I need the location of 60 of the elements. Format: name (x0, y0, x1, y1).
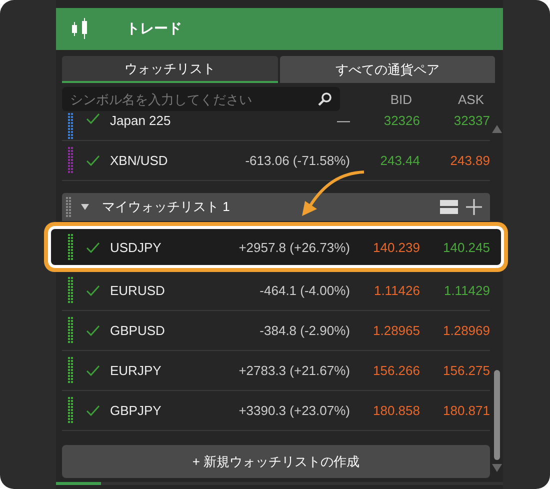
symbol-name: GBPJPY (110, 403, 162, 418)
symbol-row[interactable]: GBPUSD -384.8 (-2.90%) 1.28965 1.28969 (62, 311, 490, 351)
check-icon[interactable] (86, 113, 100, 124)
symbol-row[interactable]: XBN/USD -613.06 (-71.58%) 243.44 243.89 (62, 141, 490, 181)
search-field[interactable]: シンボル名を入力してください (62, 87, 340, 111)
scroll-up-icon[interactable] (492, 125, 502, 133)
bid-price: 1.28965 (372, 323, 420, 338)
check-icon[interactable] (86, 365, 100, 376)
symbol-name: EURUSD (110, 283, 166, 298)
drag-handle-icon (66, 197, 72, 217)
new-watchlist-button[interactable]: + 新規ウォッチリストの作成 (62, 445, 490, 478)
ask-price: 1.11429 (442, 283, 490, 298)
bid-price: 180.858 (372, 403, 420, 418)
change-value: -613.06 (-71.58%) (244, 153, 350, 168)
check-icon[interactable] (86, 155, 100, 166)
ask-price: 140.245 (442, 240, 490, 254)
column-header: BID (389, 92, 412, 106)
symbol-row[interactable]: GBPJPY +3390.3 (+23.07%) 180.858 180.871 (62, 391, 490, 431)
scroll-down-icon[interactable] (492, 464, 502, 472)
symbol-name: EURJPY (110, 363, 162, 378)
column-header: ASK (456, 92, 484, 106)
ask-price: 1.28969 (442, 323, 490, 338)
symbol-name: Japan 225 (110, 113, 172, 128)
symbol-name: GBPUSD (110, 323, 166, 338)
search-icon (318, 92, 332, 106)
candlestick-icon (71, 18, 89, 40)
change-value: — (336, 113, 350, 128)
check-icon[interactable] (86, 405, 100, 416)
tab[interactable]: ウォッチリスト (62, 56, 278, 83)
collapse-caret-icon[interactable] (80, 203, 90, 211)
symbol-name: USDJPY (110, 240, 162, 254)
check-icon[interactable] (86, 242, 100, 252)
change-value: +2783.3 (+21.67%) (238, 363, 350, 378)
bid-price: 243.44 (379, 153, 420, 168)
bid-price: 32326 (382, 113, 420, 128)
change-value: +2957.8 (+26.73%) (238, 240, 350, 254)
check-icon[interactable] (86, 325, 100, 336)
symbol-row[interactable]: EURUSD -464.1 (-4.00%) 1.11426 1.11429 (62, 271, 490, 311)
bid-price: 156.266 (372, 363, 420, 378)
layout-icon[interactable] (440, 200, 458, 214)
check-icon[interactable] (86, 285, 100, 296)
ask-price: 243.89 (449, 153, 490, 168)
ask-price: 32337 (452, 113, 490, 128)
change-value: +3390.3 (+23.07%) (238, 403, 350, 418)
watchlist-group-header[interactable]: マイウォッチリスト 1 (62, 193, 490, 221)
add-icon[interactable] (466, 199, 482, 215)
tab[interactable]: すべての通貨ペア (280, 56, 495, 83)
scrollbar-thumb[interactable] (494, 370, 500, 460)
ask-price: 180.871 (442, 403, 490, 418)
bid-price: 140.239 (372, 240, 420, 254)
ask-price: 156.275 (442, 363, 490, 378)
change-value: -464.1 (-4.00%) (258, 283, 350, 298)
header-title: トレード (126, 20, 182, 38)
symbol-name: XBN/USD (110, 153, 169, 168)
bid-price: 1.11426 (372, 283, 420, 298)
symbol-row[interactable]: USDJPY +2957.8 (+26.73%) 140.239 140.245 (51, 229, 501, 265)
group-title: マイウォッチリスト 1 (102, 198, 231, 216)
symbol-row[interactable]: Japan 225 — 32326 32337 (62, 113, 490, 141)
change-value: -384.8 (-2.90%) (258, 323, 350, 338)
symbol-row[interactable]: EURJPY +2783.3 (+21.67%) 156.266 156.275 (62, 351, 490, 391)
